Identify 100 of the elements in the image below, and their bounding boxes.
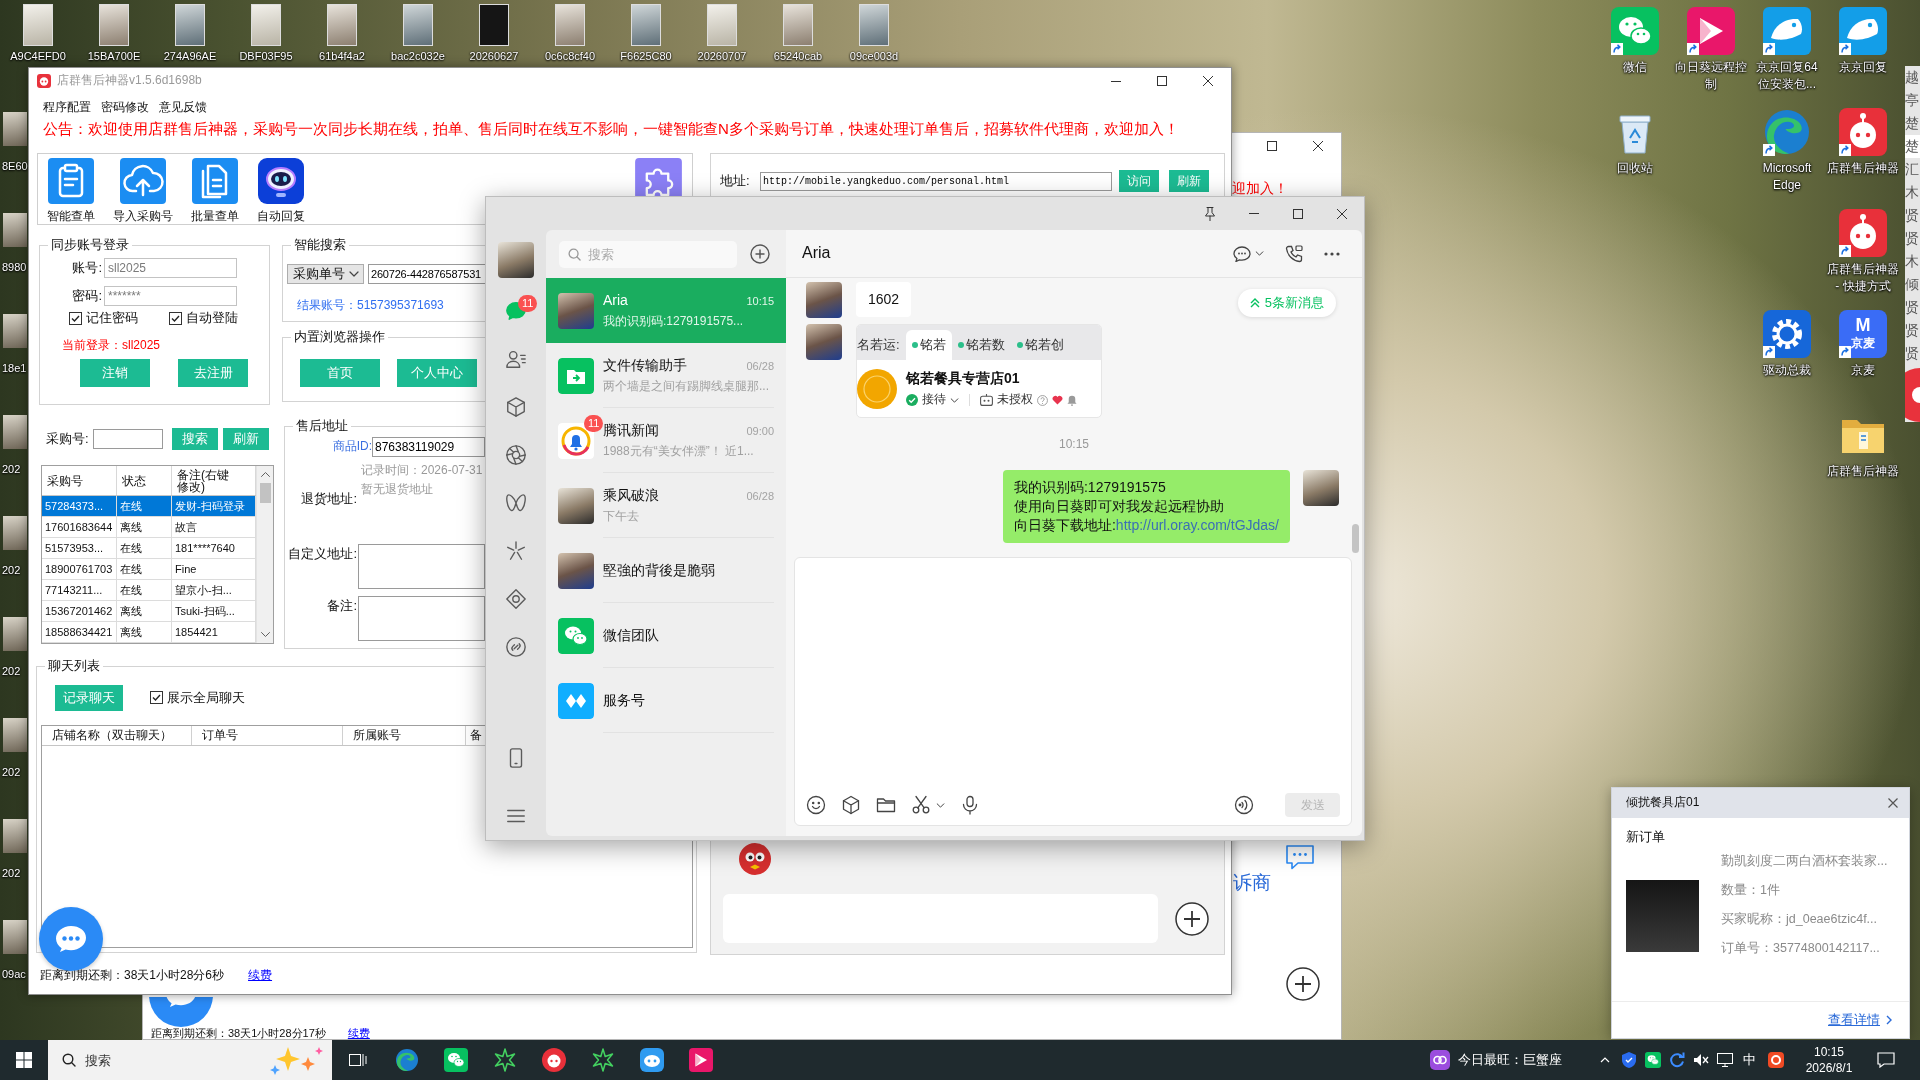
caret-down-icon[interactable] bbox=[950, 397, 959, 403]
animal-head-icon[interactable] bbox=[1839, 7, 1887, 55]
search-field[interactable]: 搜索 bbox=[48, 1040, 332, 1080]
thumbnail-placeholder[interactable] bbox=[3, 718, 27, 752]
tool-button[interactable]: 导入采购号 bbox=[105, 158, 181, 224]
star-icon[interactable] bbox=[492, 1048, 517, 1072]
renew-link[interactable]: 续费 bbox=[347, 1027, 370, 1040]
list-item[interactable]: 楚 bbox=[1905, 112, 1920, 135]
puzzle-icon[interactable] bbox=[635, 158, 682, 196]
table-row[interactable]: 51573953... 在线 181****7640 bbox=[42, 538, 256, 559]
chat-button[interactable] bbox=[39, 907, 103, 971]
scrollbar[interactable] bbox=[256, 466, 273, 643]
checkbox[interactable] bbox=[69, 311, 82, 325]
butterfly-icon[interactable] bbox=[505, 492, 527, 514]
chat-list-item[interactable]: 11 腾讯新闻 09:00 1988元有“美女伴漂”！ 近1... bbox=[546, 408, 786, 473]
add-icon[interactable] bbox=[1286, 967, 1320, 1001]
input-method-button[interactable]: 中 bbox=[1737, 1051, 1761, 1069]
thumbnail-placeholder[interactable] bbox=[3, 819, 27, 853]
caret-down-icon[interactable] bbox=[936, 802, 945, 808]
list-item[interactable]: 楚 bbox=[1905, 135, 1920, 158]
menu-item[interactable]: 密码修改 bbox=[101, 100, 149, 116]
list-item[interactable]: 贤 bbox=[1905, 204, 1920, 227]
aperture-icon[interactable] bbox=[505, 444, 527, 466]
more-icon[interactable] bbox=[1324, 251, 1340, 256]
call-icon[interactable] bbox=[1285, 244, 1303, 263]
purchase-input[interactable] bbox=[93, 429, 163, 449]
scissors-icon[interactable] bbox=[911, 795, 931, 815]
list-item[interactable]: 越 bbox=[1905, 66, 1920, 89]
cube-icon[interactable] bbox=[841, 795, 861, 815]
scrollbar-thumb[interactable] bbox=[1352, 524, 1359, 553]
search-field[interactable]: 搜索 bbox=[559, 240, 737, 268]
chevron-up-icon[interactable] bbox=[1600, 1057, 1610, 1063]
list-item[interactable]: 倾 bbox=[1905, 273, 1920, 296]
shop-tab[interactable]: 铭若数 bbox=[951, 330, 1011, 360]
tool-button[interactable]: 批量查单 bbox=[183, 158, 247, 224]
cube-icon[interactable] bbox=[505, 396, 527, 418]
table-row[interactable]: 57284373... 在线 发财-扫码登录 bbox=[42, 496, 256, 517]
url-input[interactable]: http://mobile.yangkeduo.com/personal.html bbox=[760, 171, 1112, 191]
chat-list-item[interactable]: 乘风破浪 06/28 下午去 bbox=[546, 473, 786, 538]
swirl-icon[interactable] bbox=[1763, 108, 1811, 156]
shield-icon[interactable] bbox=[1622, 1052, 1636, 1068]
refresh-icon[interactable] bbox=[1669, 1052, 1685, 1068]
search-input[interactable]: 260726-442876587531 bbox=[368, 264, 486, 284]
swirl-icon[interactable] bbox=[394, 1048, 419, 1072]
add-icon[interactable] bbox=[1175, 901, 1209, 936]
thumbnail-placeholder[interactable] bbox=[3, 112, 27, 146]
monitor-icon[interactable] bbox=[1717, 1053, 1733, 1067]
list-item[interactable]: 贤 bbox=[1905, 227, 1920, 250]
play-tile-icon[interactable] bbox=[688, 1048, 713, 1072]
search-type-select[interactable]: 采购单号 bbox=[287, 264, 364, 284]
list-item[interactable]: 贤 bbox=[1905, 296, 1920, 319]
thumbnail-placeholder[interactable] bbox=[403, 4, 433, 46]
speaker-muted-icon[interactable] bbox=[1693, 1053, 1709, 1067]
table-row[interactable]: 15367201462 离线 Tsuki-扫码... bbox=[42, 601, 256, 622]
list-item[interactable]: 亭 bbox=[1905, 89, 1920, 112]
emoji-icon[interactable] bbox=[806, 795, 826, 815]
password-input[interactable]: ******* bbox=[104, 286, 237, 306]
task-view-icon[interactable] bbox=[349, 1052, 367, 1068]
chat-bubble-icon[interactable] bbox=[1233, 245, 1251, 262]
clock[interactable]: 10:15 2026/8/1 bbox=[1798, 1044, 1860, 1076]
view-details-link[interactable]: 查看详情 bbox=[1828, 1011, 1892, 1029]
thumbnail-placeholder[interactable] bbox=[3, 920, 27, 954]
start-icon[interactable] bbox=[16, 1052, 32, 1068]
link-text[interactable]: 诉商 bbox=[1233, 872, 1271, 894]
thumbnail-placeholder[interactable] bbox=[23, 4, 53, 46]
checkbox[interactable] bbox=[150, 691, 163, 705]
thumbnail-placeholder[interactable] bbox=[3, 213, 27, 247]
address-textarea[interactable] bbox=[358, 544, 485, 589]
chat-list-item[interactable]: 文件传输助手 06/28 两个墙是之间有踢脚线桌腿那... bbox=[546, 343, 786, 408]
animal-head-icon[interactable] bbox=[1763, 7, 1811, 55]
caret-down-icon[interactable] bbox=[1255, 251, 1264, 256]
shop-tab[interactable]: 名若运: bbox=[857, 330, 906, 360]
thumbnail-placeholder[interactable] bbox=[479, 4, 509, 46]
checkbox[interactable] bbox=[169, 311, 182, 325]
sparkle-icon[interactable] bbox=[505, 540, 527, 562]
link[interactable]: http://url.oray.com/tGJdas/ bbox=[1115, 517, 1279, 533]
thumbnail-placeholder[interactable] bbox=[3, 516, 27, 550]
list-item[interactable]: 汇 bbox=[1905, 158, 1920, 181]
chat-list-item[interactable]: 微信团队 bbox=[546, 603, 786, 668]
voice-icon[interactable] bbox=[1234, 795, 1254, 815]
chat-bubbles-icon[interactable] bbox=[443, 1048, 468, 1072]
tool-button[interactable]: 智能查单 bbox=[39, 158, 103, 224]
menu-item[interactable]: 意见反馈 bbox=[159, 100, 207, 116]
gear-icon[interactable] bbox=[1763, 310, 1811, 358]
list-item[interactable]: 木 bbox=[1905, 250, 1920, 273]
robot-face-icon[interactable] bbox=[541, 1048, 566, 1072]
thumbnail-placeholder[interactable] bbox=[175, 4, 205, 46]
avatar-placeholder[interactable] bbox=[498, 242, 534, 278]
scroll-down-icon[interactable] bbox=[260, 632, 270, 637]
chat-list-item[interactable]: 堅強的背後是脆弱 bbox=[546, 538, 786, 603]
renew-link[interactable]: 续费 bbox=[248, 967, 273, 983]
add-icon[interactable] bbox=[750, 244, 770, 264]
contacts-icon[interactable] bbox=[505, 348, 527, 370]
thumbnail-placeholder[interactable] bbox=[99, 4, 129, 46]
tool-button[interactable]: 自动回复 bbox=[249, 158, 313, 224]
table-row[interactable]: 77143211... 在线 望京小-扫... bbox=[42, 580, 256, 601]
list-item[interactable]: 贤 bbox=[1905, 319, 1920, 342]
list-item[interactable]: 木 bbox=[1905, 181, 1920, 204]
product-id-input[interactable]: 876383119029 bbox=[372, 437, 485, 457]
thumbnail-placeholder[interactable] bbox=[3, 415, 27, 449]
